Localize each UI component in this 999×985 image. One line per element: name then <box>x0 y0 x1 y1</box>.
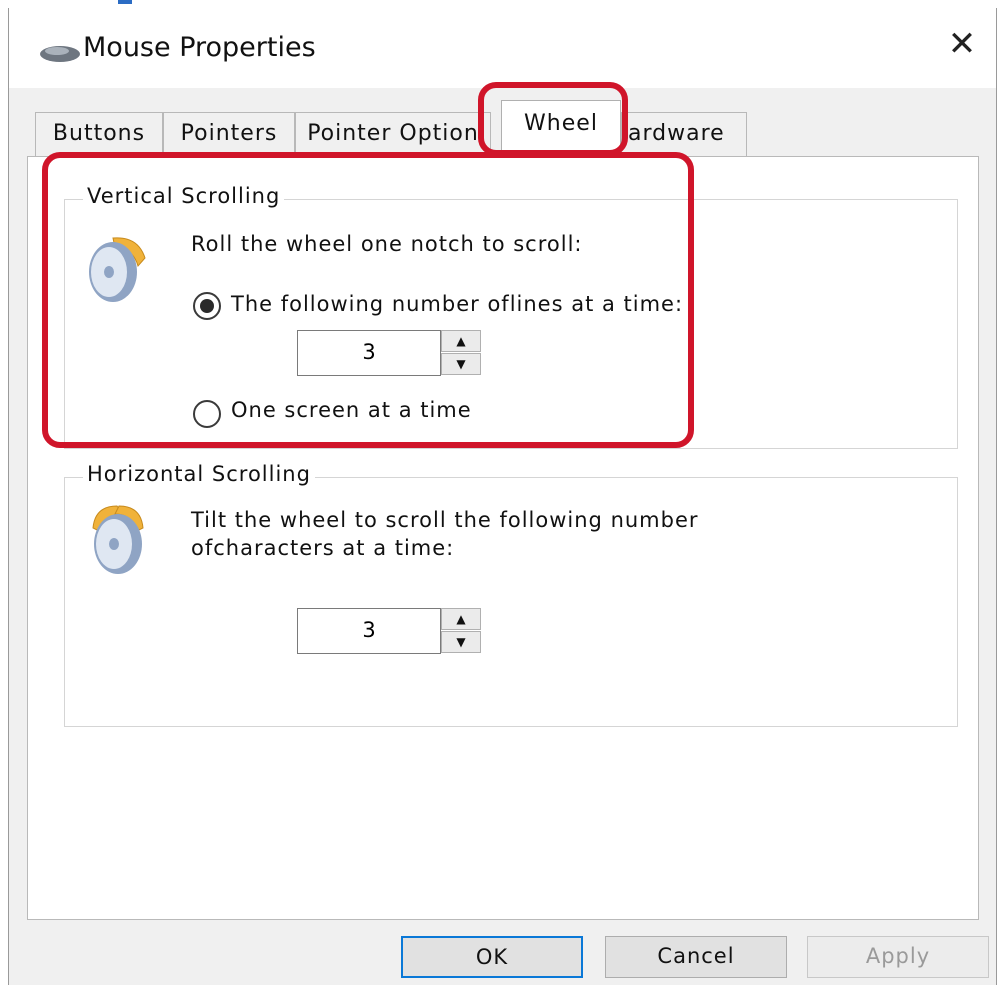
chars-spinner: ▲ ▼ <box>441 608 481 654</box>
taskbar-edge-mark <box>118 0 132 4</box>
vertical-scrolling-title: Vertical Scrolling <box>83 184 285 208</box>
horizontal-scrolling-title: Horizontal Scrolling <box>83 462 315 486</box>
close-icon[interactable]: ✕ <box>942 24 982 64</box>
horizontal-instruction-line1: Tilt the wheel to scroll the following n… <box>191 508 699 532</box>
tab-hardware[interactable]: ardware <box>621 112 747 156</box>
spin-up-icon[interactable]: ▲ <box>441 330 481 352</box>
window-title: Mouse Properties <box>83 32 316 63</box>
lines-at-a-time-label[interactable]: The following number oflines at a time: <box>231 292 683 316</box>
mouse-wheel-vertical-icon <box>89 237 146 302</box>
lines-spinner: ▲ ▼ <box>441 330 481 376</box>
ok-button[interactable]: OK <box>401 936 583 978</box>
mouse-properties-dialog: Mouse Properties ✕ Buttons Pointers Poin… <box>8 8 997 985</box>
title-bar: Mouse Properties ✕ <box>9 8 996 88</box>
lines-at-a-time-radio[interactable] <box>193 292 221 320</box>
spin-up-icon[interactable]: ▲ <box>441 608 481 630</box>
horizontal-instruction-line2: ofcharacters at a time: <box>191 536 455 560</box>
tab-pointers[interactable]: Pointers <box>163 112 295 156</box>
cancel-button[interactable]: Cancel <box>605 936 787 978</box>
tab-buttons[interactable]: Buttons <box>35 112 163 156</box>
mouse-wheel-horizontal-icon <box>92 505 144 574</box>
spin-down-icon[interactable]: ▼ <box>441 353 481 375</box>
wheel-tab-page: Vertical Scrolling Roll the wheel one no… <box>27 156 979 920</box>
mouse-icon <box>40 46 80 62</box>
apply-button[interactable]: Apply <box>807 936 989 978</box>
tab-pointer-options[interactable]: Pointer Option <box>295 112 491 156</box>
chars-per-tilt-input[interactable]: 3 <box>297 608 441 654</box>
horizontal-scrolling-group: Horizontal Scrolling Tilt the wheel to s… <box>64 462 958 727</box>
lines-per-notch-input[interactable]: 3 <box>297 330 441 376</box>
tab-wheel[interactable]: Wheel <box>501 100 621 157</box>
spin-down-icon[interactable]: ▼ <box>441 631 481 653</box>
one-screen-radio[interactable] <box>193 400 221 428</box>
vertical-scrolling-group: Vertical Scrolling Roll the wheel one no… <box>64 184 958 449</box>
one-screen-label[interactable]: One screen at a time <box>231 398 472 422</box>
vertical-instruction: Roll the wheel one notch to scroll: <box>191 232 583 256</box>
